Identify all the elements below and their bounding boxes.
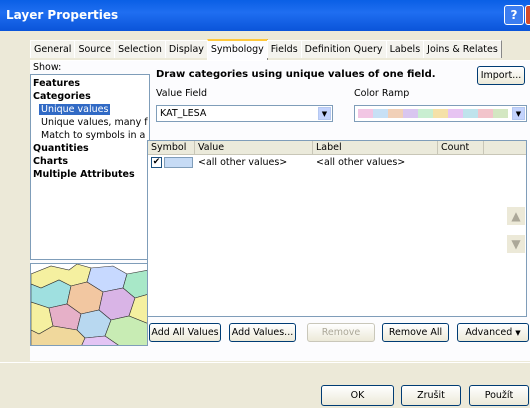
color-ramp-stop xyxy=(388,109,403,118)
show-label: Show: xyxy=(33,62,62,73)
table-row[interactable]: ✔ <all other values> <all other values> xyxy=(148,156,526,170)
col-count[interactable]: Count xyxy=(438,141,484,155)
tab-display[interactable]: Display xyxy=(164,40,208,58)
tab-selection[interactable]: Selection xyxy=(114,40,166,58)
move-down-icon[interactable]: ▼ xyxy=(507,235,525,253)
tab-bar: General Source Selection Display Symbology Fi… xyxy=(30,39,502,60)
tree-match-symbols[interactable]: Match to symbols in a xyxy=(41,130,145,141)
value-field-label: Value Field xyxy=(156,88,208,99)
move-up-icon[interactable]: ▲ xyxy=(507,207,525,225)
color-ramp-label: Color Ramp xyxy=(354,88,410,99)
color-ramp-select[interactable]: ▼ xyxy=(354,105,527,122)
tab-fields[interactable]: Fields xyxy=(266,40,302,58)
color-ramp-stop xyxy=(433,109,448,118)
tree-features[interactable]: Features xyxy=(33,78,80,89)
tab-symbology[interactable]: Symbology xyxy=(206,39,268,60)
chevron-down-icon: ▼ xyxy=(515,329,521,337)
apply-button[interactable]: Použít xyxy=(469,385,529,406)
remove-all-button[interactable]: Remove All xyxy=(382,323,449,342)
tree-unique-values-many[interactable]: Unique values, many f xyxy=(41,117,148,128)
tree-multiple-attributes[interactable]: Multiple Attributes xyxy=(33,169,135,180)
add-values-button[interactable]: Add Values... xyxy=(229,323,296,342)
cancel-button[interactable]: Zrušit xyxy=(401,385,461,406)
color-ramp-stop xyxy=(403,109,418,118)
col-symbol[interactable]: Symbol xyxy=(148,141,195,155)
renderer-heading: Draw categories using unique values of o… xyxy=(156,69,436,80)
tree-charts[interactable]: Charts xyxy=(33,156,68,167)
color-ramp-stop xyxy=(478,109,493,118)
remove-button[interactable]: Remove xyxy=(307,323,375,342)
window-title: Layer Properties xyxy=(6,8,119,22)
tab-general[interactable]: General xyxy=(30,40,76,58)
advanced-button[interactable]: Advanced ▼ xyxy=(457,323,529,342)
color-ramp-swatch xyxy=(358,109,508,118)
value-field-value: KAT_LESA xyxy=(160,108,207,119)
color-ramp-stop xyxy=(493,109,508,118)
import-button[interactable]: Import... xyxy=(477,66,525,85)
advanced-label: Advanced xyxy=(465,327,513,338)
tab-joins-relates[interactable]: Joins & Relates xyxy=(423,40,502,58)
ok-button[interactable]: OK xyxy=(321,385,394,406)
row-checkbox[interactable]: ✔ xyxy=(151,157,162,168)
symbol-swatch[interactable] xyxy=(164,157,193,168)
tab-definition-query[interactable]: Definition Query xyxy=(300,40,387,58)
color-ramp-stop xyxy=(418,109,433,118)
col-label[interactable]: Label xyxy=(313,141,438,155)
row-value: <all other values> xyxy=(198,157,288,168)
add-all-values-button[interactable]: Add All Values xyxy=(149,323,221,342)
col-value[interactable]: Value xyxy=(195,141,313,155)
color-ramp-stop xyxy=(373,109,388,118)
renderer-tree[interactable]: Features Categories Unique values Unique… xyxy=(30,74,150,260)
tab-labels[interactable]: Labels xyxy=(385,40,425,58)
color-ramp-stop xyxy=(358,109,373,118)
chevron-down-icon[interactable]: ▼ xyxy=(318,107,331,120)
color-ramp-stop xyxy=(448,109,463,118)
close-button[interactable] xyxy=(525,5,530,25)
row-label: <all other values> xyxy=(316,157,406,168)
tab-source[interactable]: Source xyxy=(74,40,116,58)
help-button[interactable]: ? xyxy=(504,5,524,25)
chevron-down-icon[interactable]: ▼ xyxy=(512,107,525,120)
value-field-select[interactable]: KAT_LESA ▼ xyxy=(156,105,333,122)
tree-quantities[interactable]: Quantities xyxy=(33,143,89,154)
color-ramp-stop xyxy=(463,109,478,118)
preview-map xyxy=(30,263,148,346)
separator xyxy=(0,362,530,363)
values-table[interactable]: Symbol Value Label Count ✔ <all other va… xyxy=(147,140,527,317)
tree-categories[interactable]: Categories xyxy=(33,91,91,102)
tree-unique-values[interactable]: Unique values xyxy=(39,104,111,115)
